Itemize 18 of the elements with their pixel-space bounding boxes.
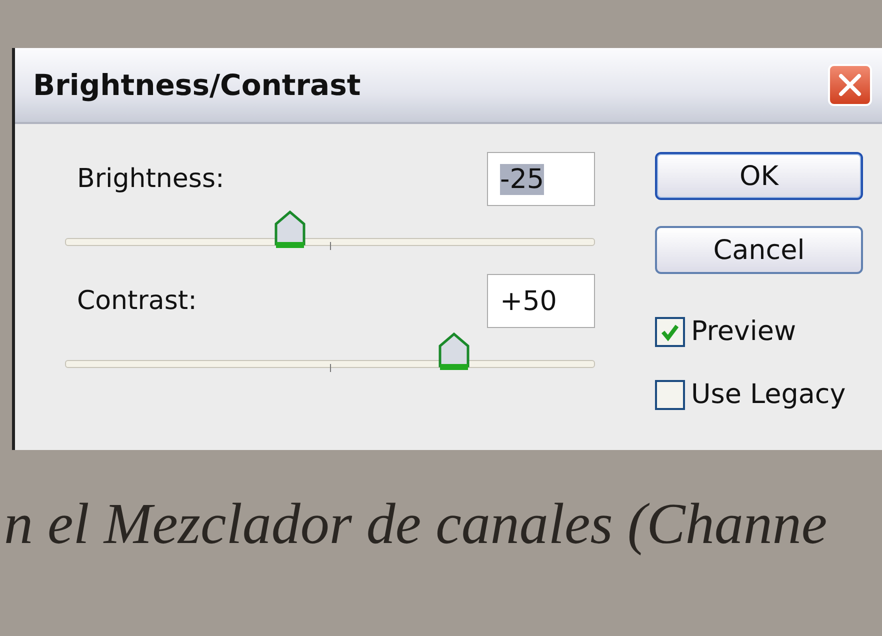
value-field[interactable]: +50 — [487, 274, 595, 328]
slider-label: Brightness: — [77, 164, 224, 194]
slider-label: Contrast: — [77, 286, 197, 316]
checkbox-label: Use Legacy — [691, 379, 846, 410]
dialog-button[interactable]: Cancel — [655, 226, 863, 274]
checkbox[interactable] — [655, 380, 685, 410]
close-icon — [837, 72, 863, 98]
close-button[interactable] — [828, 64, 872, 106]
slider[interactable] — [65, 332, 595, 374]
window-title: Brightness/Contrast — [33, 68, 361, 102]
checkbox[interactable] — [655, 316, 685, 346]
slider[interactable] — [65, 210, 595, 252]
caption-text: n el Mezclador de canales (Channe — [4, 490, 828, 557]
value-field[interactable]: -25 — [487, 152, 595, 206]
slider-thumb[interactable] — [437, 332, 471, 372]
checkbox-label: Preview — [691, 316, 796, 347]
slider-thumb[interactable] — [273, 210, 308, 250]
dialog-button[interactable]: OK — [655, 152, 863, 200]
